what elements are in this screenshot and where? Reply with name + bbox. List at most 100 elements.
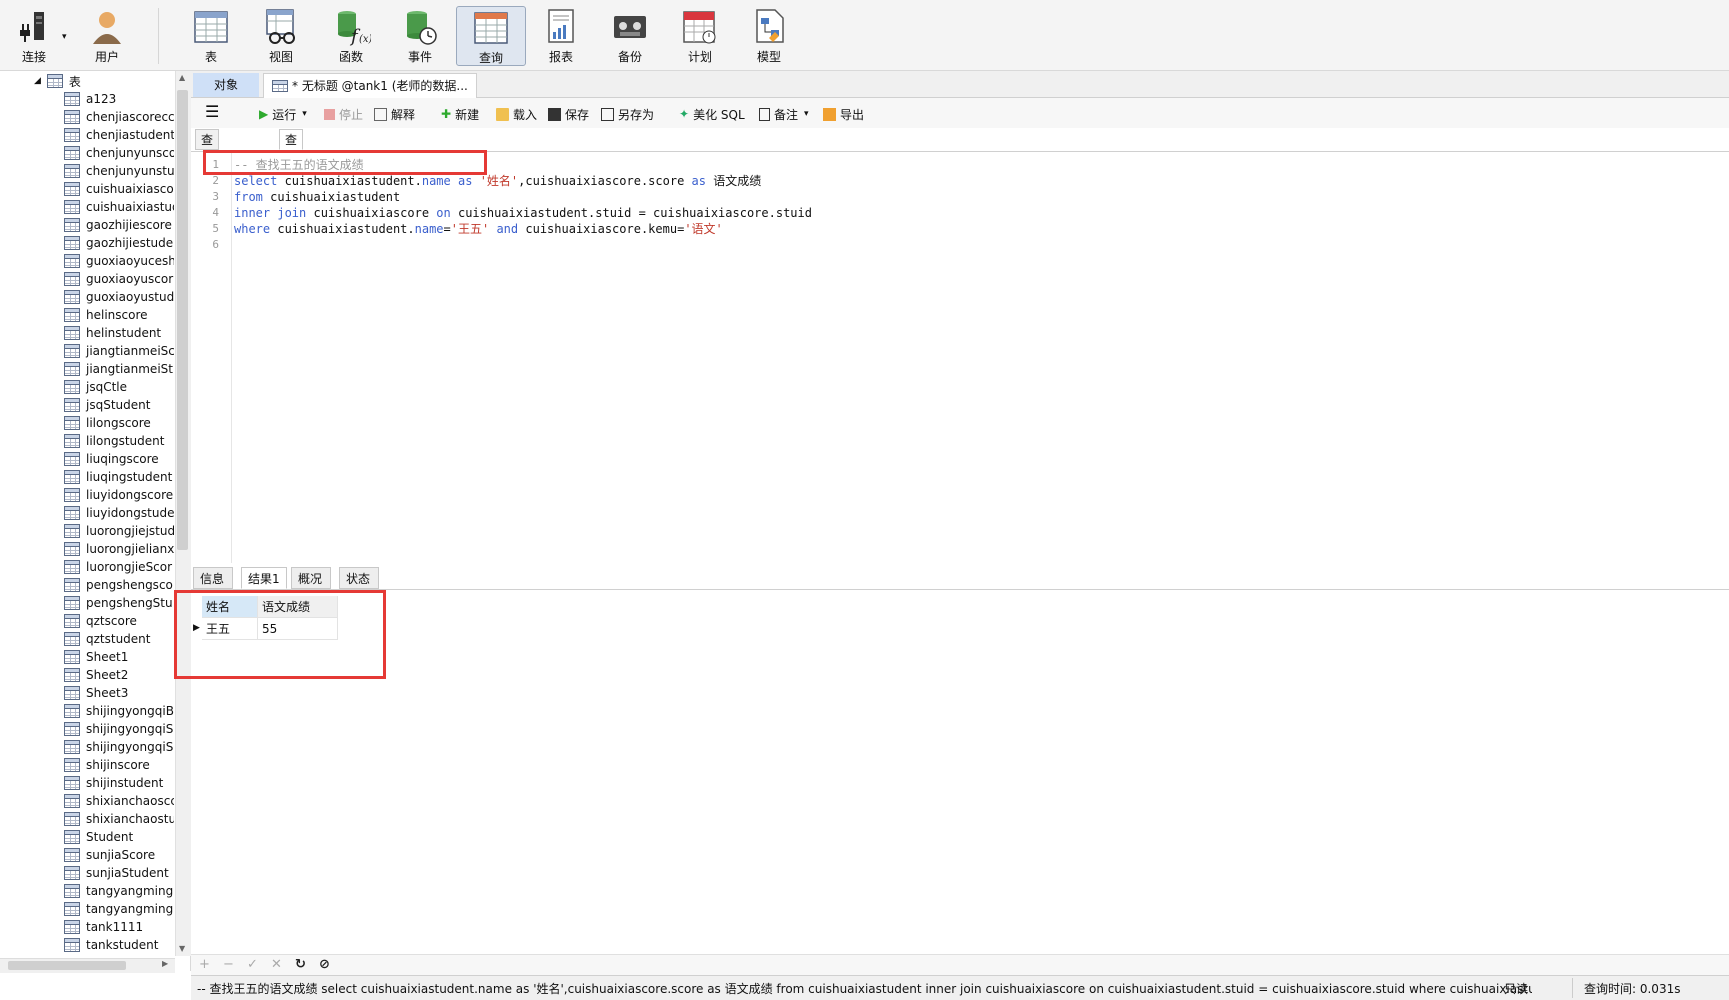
sidebar-item-table[interactable]: chenjiascorecc [64, 108, 174, 126]
sidebar-item-table[interactable]: chenjunyunstuc [64, 162, 174, 180]
sidebar-item-table[interactable]: Student [64, 828, 174, 846]
refresh-icon[interactable]: ↻ [295, 957, 306, 972]
cross-icon[interactable]: ✕ [271, 957, 282, 972]
beautify-sql-button[interactable]: ✦ 美化 SQL [679, 105, 745, 123]
tab-query-untitled[interactable]: * 无标题 @tank1 (老师的数据... [263, 73, 477, 98]
sidebar-item-table[interactable]: sunjiaStudent [64, 864, 174, 882]
table-button[interactable]: 表 [177, 6, 245, 66]
schedule-button[interactable]: 计划 [666, 6, 734, 66]
sidebar-item-table[interactable]: chenjunyunsco [64, 144, 174, 162]
sidebar-item-table[interactable]: shijinscore [64, 756, 174, 774]
sidebar-item-table[interactable]: Sheet2 [64, 666, 174, 684]
sidebar-item-table[interactable]: cuishuaixiascor [64, 180, 174, 198]
backup-button[interactable]: 备份 [596, 6, 664, 66]
sidebar-item-label: shijingyongqiS [86, 740, 174, 754]
report-button[interactable]: 报表 [527, 6, 595, 66]
explain-button[interactable]: 解释 [374, 105, 415, 123]
run-button[interactable]: ▶ 运行 ▾ [259, 105, 307, 123]
connect-dropdown-arrow-icon[interactable]: ▾ [62, 32, 67, 42]
new-query-button[interactable]: ✚ 新建 [441, 105, 479, 123]
sidebar-item-table[interactable]: jsqStudent [64, 396, 174, 414]
user-button[interactable]: 用户 [73, 6, 141, 66]
export-button[interactable]: 导出 [823, 105, 864, 123]
plus-icon[interactable]: + [199, 957, 210, 972]
table-icon [64, 848, 80, 862]
sidebar-item-table[interactable]: pengshengsco [64, 576, 174, 594]
sidebar-item-label: jiangtianmeiSc [86, 344, 174, 358]
scroll-up-icon[interactable]: ▲ [179, 73, 185, 82]
sidebar-item-table[interactable]: tankstudent [64, 936, 174, 954]
sidebar-item-table[interactable]: guoxiaoyucesh [64, 252, 174, 270]
sidebar-hscroll-thumb[interactable] [8, 961, 126, 970]
tab-status[interactable]: 状态 [339, 567, 379, 589]
sidebar-item-table[interactable]: liuqingstudent [64, 468, 174, 486]
scroll-right-icon[interactable]: ▶ [162, 959, 168, 968]
sidebar-item-table[interactable]: jiangtianmeiSc [64, 342, 174, 360]
sidebar-item-table[interactable]: jsqCtle [64, 378, 174, 396]
function-button[interactable]: f(x) 函数 [317, 6, 385, 66]
sidebar-item-table[interactable]: qztstudent [64, 630, 174, 648]
view-button[interactable]: 视图 [247, 6, 315, 66]
sidebar-item-table[interactable]: lilongstudent [64, 432, 174, 450]
connect-button[interactable]: 连接 [0, 6, 68, 66]
comment-button[interactable]: 备注 ▾ [759, 105, 809, 123]
sidebar-item-table[interactable]: shijinstudent [64, 774, 174, 792]
sidebar-item-table[interactable]: sunjiaScore [64, 846, 174, 864]
sidebar-item-table[interactable]: liuyidongscore [64, 486, 174, 504]
sidebar-item-table[interactable]: guoxiaoyuscor [64, 270, 174, 288]
sidebar-item-table[interactable]: shixianchaostu [64, 810, 174, 828]
scroll-down-icon[interactable]: ▼ [179, 944, 185, 953]
collapse-triangle-icon[interactable]: ◢ [34, 76, 41, 86]
sidebar-item-table[interactable]: tangyangming [64, 882, 174, 900]
sidebar-item-table[interactable]: lilongscore [64, 414, 174, 432]
stop-icon[interactable]: ⊘ [319, 957, 330, 972]
stop-button[interactable]: 停止 [324, 105, 363, 123]
sidebar-item-table[interactable]: liuyidongstude [64, 504, 174, 522]
sidebar-item-table[interactable]: shijingyongqiS [64, 720, 174, 738]
tab-query-builder[interactable]: 查询创建工具 [195, 129, 220, 252]
tab-result1[interactable]: 结果1 [241, 567, 287, 589]
sidebar-scroll-thumb[interactable] [177, 90, 188, 550]
save-as-button[interactable]: 另存为 [601, 105, 654, 123]
sidebar-item-table[interactable]: luorongjieScor [64, 558, 174, 576]
table-icon [64, 632, 80, 646]
menu-icon[interactable]: ☰ [205, 102, 219, 121]
sidebar-item-table[interactable]: tangyangming [64, 900, 174, 918]
run-dropdown-icon[interactable]: ▾ [302, 109, 307, 119]
sidebar-item-table[interactable]: shijingyongqiB [64, 702, 174, 720]
minus-icon[interactable]: − [223, 957, 234, 972]
comment-dropdown-icon[interactable]: ▾ [804, 109, 809, 119]
sidebar-item-table[interactable]: Sheet3 [64, 684, 174, 702]
sidebar-item-table[interactable]: gaozhijiestude [64, 234, 174, 252]
sidebar-item-table[interactable]: tank1111 [64, 918, 174, 936]
sidebar-item-table[interactable]: qztscore [64, 612, 174, 630]
sidebar-item-table[interactable]: gaozhijiescore [64, 216, 174, 234]
sidebar-item-table[interactable]: shixianchaoscc [64, 792, 174, 810]
query-button[interactable]: 查询 [456, 6, 526, 66]
sidebar-item-label: jsqStudent [86, 398, 151, 412]
sidebar-item-table[interactable]: luorongjiejstud [64, 522, 174, 540]
sidebar-item-table[interactable]: liuqingscore [64, 450, 174, 468]
sidebar-item-table[interactable]: shijingyongqiS [64, 738, 174, 756]
sidebar-item-table[interactable]: luorongjielianx [64, 540, 174, 558]
tree-node-tables[interactable]: ◢ 表 [34, 72, 81, 90]
save-button[interactable]: 保存 [548, 105, 589, 123]
tab-info[interactable]: 信息 [193, 567, 233, 589]
sidebar-item-table[interactable]: a123 [64, 90, 174, 108]
tab-overview[interactable]: 概况 [291, 567, 331, 589]
sidebar-item-table[interactable]: Sheet1 [64, 648, 174, 666]
sidebar-item-label: shixianchaostu [86, 812, 174, 826]
load-button[interactable]: 载入 [496, 105, 537, 123]
tab-objects[interactable]: 对象 [193, 73, 259, 97]
sidebar-item-table[interactable]: helinstudent [64, 324, 174, 342]
sidebar-item-table[interactable]: jiangtianmeiStu [64, 360, 174, 378]
sidebar-item-table[interactable]: helinscore [64, 306, 174, 324]
tab-query-editor[interactable]: 查询编辑器 [279, 129, 304, 231]
sidebar-item-table[interactable]: chenjiastudent [64, 126, 174, 144]
sidebar-item-table[interactable]: pengshengStu [64, 594, 174, 612]
sidebar-item-table[interactable]: guoxiaoyustud [64, 288, 174, 306]
event-button[interactable]: 事件 [386, 6, 454, 66]
check-icon[interactable]: ✓ [247, 957, 258, 972]
model-button[interactable]: 模型 [735, 6, 803, 66]
sidebar-item-table[interactable]: cuishuaixiastud [64, 198, 174, 216]
